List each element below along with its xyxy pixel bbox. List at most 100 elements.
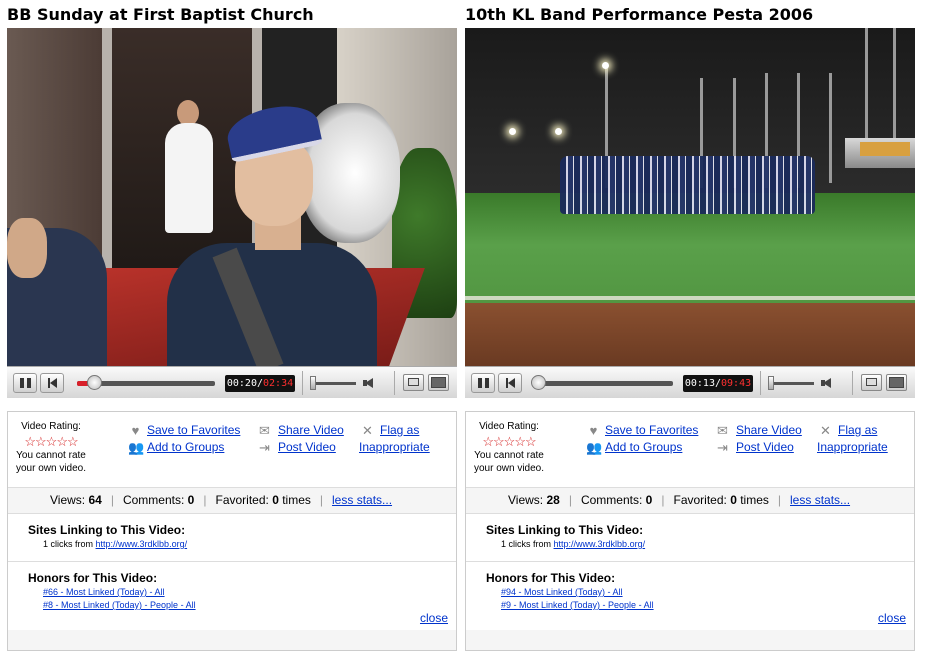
- volume-handle[interactable]: [310, 376, 316, 390]
- comments-label: Comments:: [580, 493, 643, 507]
- share-video-link[interactable]: Share Video: [736, 422, 802, 439]
- mail-icon: ✉: [717, 423, 728, 438]
- time-display: 00:20/02:34: [225, 375, 295, 392]
- video-frame[interactable]: [465, 28, 915, 366]
- inappropriate-link[interactable]: Inappropriate: [817, 439, 888, 456]
- post-icon: ⇥: [717, 440, 728, 455]
- linking-site-url[interactable]: http://www.3rdklbb.org/: [554, 539, 646, 549]
- favorited-count: 0: [730, 493, 737, 507]
- favorited-count: 0: [272, 493, 279, 507]
- honor-link[interactable]: #94 - Most Linked (Today) - All: [501, 587, 623, 597]
- favorited-label: Favorited:: [215, 493, 269, 507]
- stats-row: Views: 28 | Comments: 0 | Favorited: 0 times…: [466, 488, 914, 514]
- views-count: 28: [546, 493, 560, 507]
- add-to-groups-link[interactable]: Add to Groups: [147, 439, 240, 456]
- honors-heading: Honors for This Video:: [486, 571, 616, 585]
- volume-icon[interactable]: [365, 378, 373, 388]
- video-title[interactable]: BB Sunday at First Baptist Church: [7, 0, 465, 28]
- stats-row: Views: 64 | Comments: 0 | Favorited: 0 times…: [8, 488, 456, 514]
- honors-heading: Honors for This Video:: [28, 571, 158, 585]
- close-link[interactable]: close: [878, 611, 906, 625]
- sites-linking-section: Sites Linking to This Video: 1 clicks fr…: [466, 514, 914, 562]
- comments-label: Comments:: [122, 493, 185, 507]
- views-label: Views:: [508, 493, 544, 507]
- time-total: 09:43: [721, 378, 752, 389]
- volume-icon[interactable]: [823, 378, 831, 388]
- fullscreen-icon: [431, 377, 446, 388]
- save-to-favorites-link[interactable]: Save to Favorites: [147, 422, 240, 439]
- comments-count: 0: [187, 493, 195, 507]
- favorited-suffix: times: [282, 493, 311, 507]
- normal-size-button[interactable]: [403, 374, 424, 391]
- flag-as-label: Flag as: [838, 423, 878, 437]
- video-panel-1: BB Sunday at First Baptist Church 00:20/…: [7, 0, 465, 651]
- sites-linking-section: Sites Linking to This Video: 1 clicks fr…: [8, 514, 456, 562]
- volume-slider[interactable]: [769, 382, 814, 385]
- views-count: 64: [88, 493, 102, 507]
- pause-button[interactable]: [471, 373, 495, 393]
- rating-stars[interactable]: ☆☆☆☆☆: [12, 435, 90, 448]
- pause-icon: [477, 378, 489, 388]
- seek-bar[interactable]: [535, 381, 673, 386]
- sites-heading: Sites Linking to This Video:: [28, 523, 186, 537]
- volume-slider[interactable]: [311, 382, 356, 385]
- honor-link[interactable]: #9 - Most Linked (Today) - People - All: [501, 600, 654, 610]
- video-panel-2: 10th KL Band Performance Pesta 2006 00:1…: [465, 0, 923, 651]
- rewind-button[interactable]: [498, 373, 522, 393]
- seek-handle[interactable]: [86, 375, 102, 390]
- group-icon: 👥: [586, 440, 603, 455]
- fullscreen-button[interactable]: [428, 374, 449, 391]
- fullscreen-button[interactable]: [886, 374, 907, 391]
- rating-label: Video Rating:: [479, 421, 539, 432]
- volume-handle[interactable]: [768, 376, 774, 390]
- linking-site-url[interactable]: http://www.3rdklbb.org/: [96, 539, 188, 549]
- post-icon: ⇥: [259, 440, 270, 455]
- rewind-button[interactable]: [40, 373, 64, 393]
- rating-note: You cannot rate your own video.: [473, 450, 545, 474]
- window-icon: [866, 378, 877, 386]
- less-stats-link[interactable]: less stats...: [332, 493, 392, 507]
- flag-link[interactable]: Flag as: [838, 422, 877, 439]
- video-frame[interactable]: [7, 28, 457, 366]
- video-info-panel: Video Rating: ☆☆☆☆☆ You cannot rate your…: [465, 411, 915, 651]
- pause-button[interactable]: [13, 373, 37, 393]
- video-rating: Video Rating: ☆☆☆☆☆ You cannot rate your…: [12, 420, 90, 475]
- seek-handle[interactable]: [530, 375, 546, 390]
- rating-label: Video Rating:: [21, 421, 81, 432]
- share-video-link[interactable]: Share Video: [278, 422, 344, 439]
- video-info-panel: Video Rating: ☆☆☆☆☆ You cannot rate your…: [7, 411, 457, 651]
- link-count: 1 clicks from: [43, 539, 94, 549]
- add-to-groups-link[interactable]: Add to Groups: [605, 439, 698, 456]
- group-icon: 👥: [128, 440, 145, 455]
- heart-icon: ♥: [589, 423, 598, 438]
- link-count: 1 clicks from: [501, 539, 552, 549]
- less-stats-link[interactable]: less stats...: [790, 493, 850, 507]
- time-total: 02:34: [263, 378, 294, 389]
- rewind-icon: [47, 378, 57, 388]
- heart-icon: ♥: [131, 423, 140, 438]
- favorited-label: Favorited:: [673, 493, 727, 507]
- time-display: 00:13/09:43: [683, 375, 753, 392]
- video-title[interactable]: 10th KL Band Performance Pesta 2006: [465, 0, 923, 28]
- post-video-link[interactable]: Post Video: [736, 439, 802, 456]
- honor-link[interactable]: #8 - Most Linked (Today) - People - All: [43, 600, 196, 610]
- flag-link[interactable]: Flag as: [380, 422, 419, 439]
- fullscreen-icon: [889, 377, 904, 388]
- mail-icon: ✉: [259, 423, 270, 438]
- player-controls: 00:20/02:34: [7, 366, 457, 398]
- rewind-icon: [505, 378, 515, 388]
- favorited-suffix: times: [740, 493, 769, 507]
- views-label: Views:: [50, 493, 86, 507]
- save-to-favorites-link[interactable]: Save to Favorites: [605, 422, 698, 439]
- inappropriate-link[interactable]: Inappropriate: [359, 439, 430, 456]
- honor-link[interactable]: #66 - Most Linked (Today) - All: [43, 587, 165, 597]
- close-link[interactable]: close: [420, 611, 448, 625]
- video-rating: Video Rating: ☆☆☆☆☆ You cannot rate your…: [470, 420, 548, 475]
- normal-size-button[interactable]: [861, 374, 882, 391]
- time-current: 00:13: [684, 378, 715, 389]
- flag-as-label: Flag as: [380, 423, 420, 437]
- honors-section: Honors for This Video: #66 - Most Linked…: [8, 562, 456, 630]
- post-video-link[interactable]: Post Video: [278, 439, 344, 456]
- rating-stars[interactable]: ☆☆☆☆☆: [470, 435, 548, 448]
- time-current: 00:20: [226, 378, 257, 389]
